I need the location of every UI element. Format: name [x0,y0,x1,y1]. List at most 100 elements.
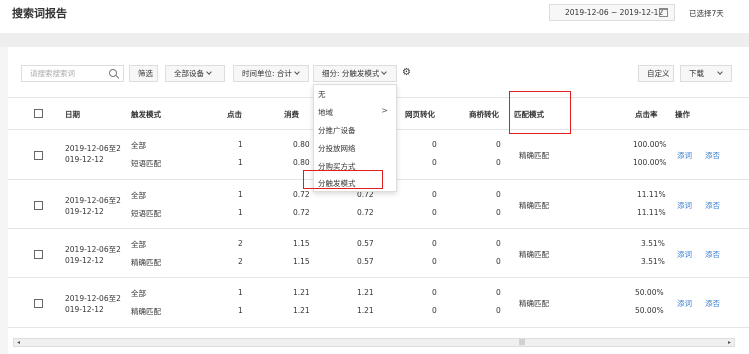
scroll-left-icon[interactable]: ◂ [17,339,20,346]
col-web-conversion[interactable]: 网页转化 [405,109,435,120]
section-divider [0,33,749,47]
clicks-value: 1 [238,306,243,315]
biz-conv-value: 0 [496,239,501,248]
col-ctr[interactable]: 点击率 [635,109,658,120]
dropdown-item-none[interactable]: 无 [318,89,326,100]
add-keyword-link[interactable]: 添词 [677,200,692,211]
time-unit-select[interactable]: 时间单位: 合计 [233,65,309,82]
trigger-mode: 精确匹配 [131,258,161,267]
breakdown-select[interactable]: 细分: 分触发模式 [313,65,397,82]
time-unit-label: 时间单位: 合计 [242,69,292,78]
ctr-value: 50.00% [635,288,664,297]
download-select[interactable]: 下载 [680,65,732,82]
ctr-value: 100.00% [633,140,667,149]
add-keyword-link[interactable]: 添词 [677,249,692,260]
cost-value: 1.15 [293,239,310,248]
biz-conv-value: 0 [496,288,501,297]
date-line1: 2019-12-06至2 [65,196,121,205]
date-line1: 2019-12-06至2 [65,144,121,153]
web-conv-value: 0 [432,190,437,199]
dropdown-item-device[interactable]: 分推广设备 [318,125,356,136]
trigger-all: 全部 [131,191,146,200]
filter-button[interactable]: 筛选 [129,65,158,82]
add-negative-link[interactable]: 添否 [705,298,720,309]
row-checkbox[interactable] [34,299,43,308]
add-keyword-link[interactable]: 添词 [677,150,692,161]
web-conv-value: 0 [432,239,437,248]
ctr-value: 3.51% [641,239,665,248]
date-line2: 019-12-12 [65,305,104,314]
download-label: 下载 [689,69,704,78]
row-checkbox[interactable] [34,201,43,210]
dropdown-item-region[interactable]: 地域 [318,107,333,118]
trigger-mode: 短语匹配 [131,209,161,218]
date-line1: 2019-12-06至2 [65,294,121,303]
chevron-down-icon [294,69,300,75]
search-input[interactable]: 请搜索搜索词 [21,65,124,82]
page-title: 搜索词报告 [12,7,67,20]
cost-value: 0.72 [293,190,310,199]
biz-conv-value: 0 [496,306,501,315]
biz-conv-value: 0 [496,158,501,167]
customize-label: 自定义 [647,69,670,78]
date-range-text: 2019-12-06 ~ 2019-12-12 [565,8,664,17]
submenu-arrow-icon: > [381,106,388,115]
ctr-value: 3.51% [641,257,665,266]
search-icon[interactable] [109,69,117,77]
clicks-value: 1 [238,190,243,199]
biz-conv-value: 0 [496,190,501,199]
web-conv-value: 0 [432,158,437,167]
customize-button[interactable]: 自定义 [638,65,674,82]
trigger-all: 全部 [131,240,146,249]
clicks-value: 2 [238,257,243,266]
avg-price-value: 0.72 [357,208,374,217]
col-bridge-conversion[interactable]: 商桥转化 [469,109,499,120]
add-negative-link[interactable]: 添否 [705,249,720,260]
web-conv-value: 0 [432,288,437,297]
ctr-value: 11.11% [637,190,666,199]
device-select[interactable]: 全部设备 [165,65,225,82]
add-negative-link[interactable]: 添否 [705,200,720,211]
highlight-match-mode-header [509,91,571,134]
highlight-trigger-option [303,170,383,189]
cost-value: 0.80 [293,158,310,167]
biz-conv-value: 0 [496,140,501,149]
match-mode-value: 精确匹配 [519,250,549,259]
biz-conv-value: 0 [496,257,501,266]
date-range-picker[interactable]: 2019-12-06 ~ 2019-12-12 [549,4,675,21]
avg-price-value: 1.21 [357,288,374,297]
add-keyword-link[interactable]: 添词 [677,298,692,309]
biz-conv-value: 0 [496,208,501,217]
web-conv-value: 0 [432,208,437,217]
filter-label: 筛选 [138,69,153,78]
col-cost[interactable]: 消费 [284,109,299,120]
scroll-right-icon[interactable]: ▸ [728,339,731,346]
col-trigger[interactable]: 触发模式 [131,109,161,120]
header-bar: 搜索词报告 2019-12-06 ~ 2019-12-12 已选择7天 [0,0,749,33]
clicks-value: 1 [238,288,243,297]
funnel-settings-icon[interactable]: ⚙ [402,67,414,79]
selected-days-text: 已选择7天 [689,9,724,18]
ctr-value: 11.11% [637,208,666,217]
device-label: 全部设备 [174,69,204,78]
dropdown-item-network[interactable]: 分投放网络 [318,143,356,154]
row-checkbox[interactable] [34,250,43,259]
avg-price-value: 0.57 [357,239,374,248]
col-date[interactable]: 日期 [65,109,80,120]
cost-value: 0.72 [293,208,310,217]
chevron-down-icon [717,69,723,75]
breakdown-label: 细分: 分触发模式 [322,69,380,78]
clicks-value: 1 [238,208,243,217]
col-clicks[interactable]: 点击 [227,109,242,120]
add-negative-link[interactable]: 添否 [705,150,720,161]
row-checkbox[interactable] [34,151,43,160]
select-all-checkbox[interactable] [34,109,43,118]
clicks-value: 2 [238,239,243,248]
table-row: 2019-12-06至2 019-12-12 全部 精确匹配 2 2 1.15 … [8,229,749,278]
trigger-mode: 精确匹配 [131,307,161,316]
chevron-down-icon [381,69,388,75]
chevron-down-icon [206,69,212,75]
horizontal-scrollbar[interactable]: ◂ ||| ▸ [13,338,735,347]
scroll-grip-icon[interactable]: ||| [519,339,525,346]
date-line2: 019-12-12 [65,207,104,216]
